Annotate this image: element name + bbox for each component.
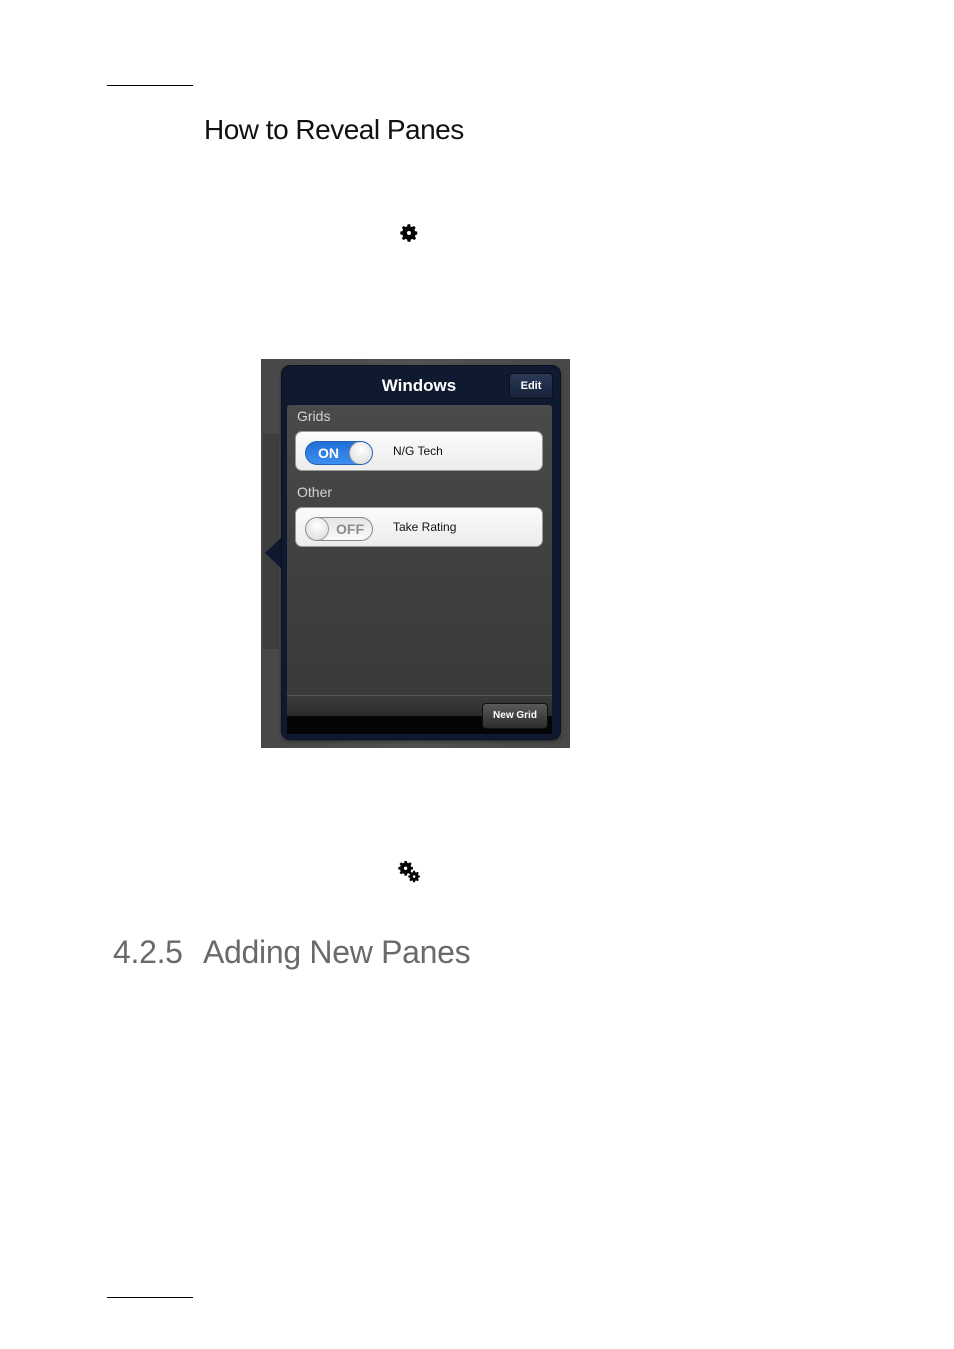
item-label-ng-tech: N/G Tech	[393, 444, 443, 458]
header-rule	[107, 85, 193, 86]
edit-button[interactable]: Edit	[509, 373, 553, 399]
new-grid-button[interactable]: New Grid	[482, 703, 548, 729]
section-label-other: Other	[297, 484, 333, 500]
section-label-grids: Grids	[297, 408, 331, 424]
toggle-knob	[349, 442, 372, 464]
toggle-state-label: OFF	[336, 521, 364, 537]
item-label-take-rating: Take Rating	[393, 520, 457, 534]
heading-how-to-reveal-panes: How to Reveal Panes	[204, 114, 464, 145]
gears-icon	[397, 860, 421, 884]
popover-arrow	[265, 537, 282, 569]
section-heading-adding-new-panes: 4.2.5 Adding New Panes	[113, 934, 471, 971]
popover-body: Grids ON N/G Tech Other OFF Take Rating	[287, 405, 552, 695]
toggle-state-label: ON	[318, 445, 339, 461]
list-item-ng-tech: ON N/G Tech	[295, 431, 543, 471]
footer-rule	[107, 1297, 193, 1298]
windows-popover-screenshot: Windows Edit Grids ON N/G Tech Other OFF…	[261, 359, 570, 748]
take-rating-toggle[interactable]: OFF	[305, 517, 373, 541]
list-item-take-rating: OFF Take Rating	[295, 507, 543, 547]
gear-icon	[398, 222, 420, 244]
section-number: 4.2.5	[113, 934, 183, 970]
section-title: Adding New Panes	[203, 934, 471, 970]
ng-tech-toggle[interactable]: ON	[305, 441, 373, 465]
windows-popover: Windows Edit Grids ON N/G Tech Other OFF…	[282, 366, 560, 739]
toggle-knob	[306, 518, 329, 540]
